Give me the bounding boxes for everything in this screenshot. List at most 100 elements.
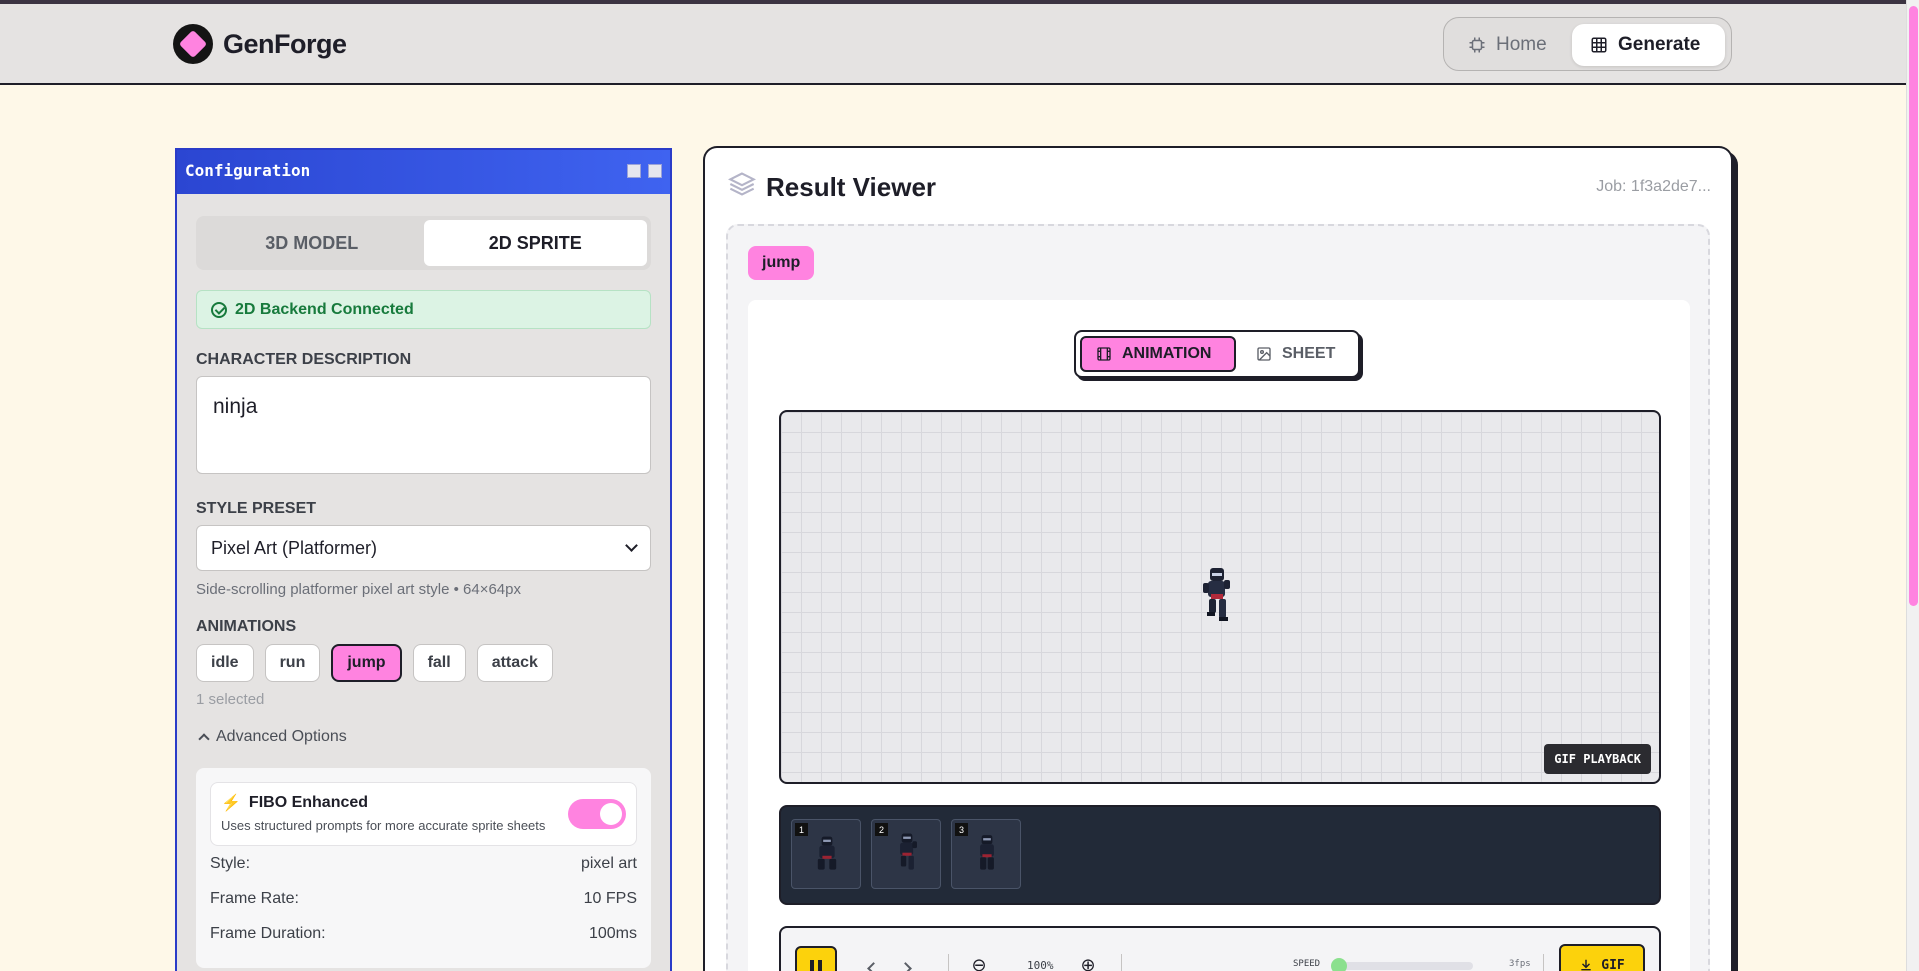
gif-playback-badge: GIF PLAYBACK	[1544, 744, 1651, 774]
style-preset-select[interactable]: Pixel Art (Platformer)	[196, 525, 651, 571]
animation-chip-jump[interactable]: jump	[331, 644, 402, 682]
job-id: Job: 1f3a2de7...	[1596, 178, 1711, 195]
backend-status-text: 2D Backend Connected	[235, 300, 414, 318]
detail-row-style: Style: pixel art	[210, 846, 637, 881]
zoom-level: 100%	[1027, 959, 1054, 971]
animation-chip-idle[interactable]: idle	[196, 644, 254, 682]
frame-number: 2	[875, 823, 888, 836]
image-icon	[1257, 347, 1271, 361]
nav-generate-button[interactable]: Generate	[1572, 24, 1725, 66]
ninja-frame-icon	[900, 833, 917, 870]
tab-animation[interactable]: ANIMATION	[1080, 336, 1236, 372]
frame-thumbnail[interactable]: 2	[871, 819, 941, 889]
export-gif-label: GIF	[1601, 957, 1625, 971]
chevron-right-icon[interactable]	[899, 962, 912, 971]
frame-number: 1	[795, 823, 808, 836]
mode-tabs: 3D MODEL 2D SPRITE	[196, 216, 651, 270]
check-circle-icon	[211, 301, 227, 318]
tab-2d-sprite[interactable]: 2D SPRITE	[423, 220, 647, 266]
character-description-label: CHARACTER DESCRIPTION	[196, 351, 412, 368]
ninja-frame-icon	[817, 836, 837, 870]
detail-key: Style:	[210, 854, 251, 872]
chevron-left-icon[interactable]	[867, 962, 880, 971]
tab-3d-model[interactable]: 3D MODEL	[200, 220, 424, 266]
logo[interactable]: GenForge	[173, 24, 347, 64]
result-viewer-panel: Result Viewer Job: 1f3a2de7... jump ANIM…	[703, 146, 1733, 971]
nav-generate-label: Generate	[1618, 34, 1701, 55]
detail-value: pixel art	[580, 854, 637, 872]
selected-count: 1 selected	[196, 691, 265, 708]
app-header: GenForge Home Generate	[0, 4, 1906, 85]
zoom-in-icon[interactable]: ⊕	[1078, 956, 1098, 971]
lightning-icon: ⚡	[221, 795, 241, 812]
nav-home-label: Home	[1496, 34, 1547, 55]
animation-chip-attack[interactable]: attack	[476, 644, 553, 682]
pause-button[interactable]	[795, 946, 837, 971]
style-preset-hint: Side-scrolling platformer pixel art styl…	[196, 581, 521, 598]
animation-chip-fall[interactable]: fall	[412, 644, 466, 682]
ninja-frame-icon	[980, 835, 994, 870]
animations-label: ANIMATIONS	[196, 618, 297, 635]
configuration-panel: Configuration 3D MODEL 2D SPRITE 2D Back…	[175, 148, 672, 971]
minimize-icon[interactable]	[627, 164, 641, 178]
frame-thumbnail[interactable]: 3	[951, 819, 1021, 889]
frame-thumbnail[interactable]: 1	[791, 819, 861, 889]
result-area: jump ANIMATION SHEET GIF PLAYBACK 1 2 3 …	[726, 224, 1710, 971]
advanced-options-label: Advanced Options	[216, 728, 347, 745]
film-icon	[1097, 347, 1111, 361]
style-preset-label: STYLE PRESET	[196, 500, 317, 517]
ninja-sprite	[1203, 568, 1230, 621]
tab-animation-label: ANIMATION	[1122, 345, 1212, 362]
main-nav: Home Generate	[1443, 17, 1732, 71]
speed-label: SPEED	[1293, 959, 1321, 969]
speed-value: 3fps	[1509, 959, 1531, 969]
chip-icon	[1469, 37, 1485, 53]
logo-diamond-icon	[173, 24, 213, 64]
divider	[1543, 954, 1544, 971]
detail-row-frame-duration: Frame Duration: 100ms	[210, 916, 637, 951]
zoom-out-icon[interactable]: ⊖	[969, 956, 989, 971]
divider	[1121, 954, 1122, 971]
fibo-title: FIBO Enhanced	[248, 794, 369, 811]
animation-tag[interactable]: jump	[748, 246, 815, 280]
detail-key: Frame Rate:	[210, 889, 299, 907]
style-preset-value: Pixel Art (Platformer)	[211, 537, 378, 558]
tab-sheet-label: SHEET	[1282, 345, 1336, 362]
layers-icon	[728, 172, 756, 196]
animation-viewer: ANIMATION SHEET GIF PLAYBACK 1 2 3 ⊖ 100…	[748, 300, 1690, 971]
playback-controls: ⊖ 100% ⊕ SPEED 3fps GIF	[779, 926, 1661, 971]
detail-key: Frame Duration:	[210, 924, 326, 942]
frame-strip: 1 2 3	[779, 805, 1661, 905]
detail-row-frame-rate: Frame Rate: 10 FPS	[210, 881, 637, 916]
chevron-up-icon	[198, 733, 210, 745]
animation-stage: GIF PLAYBACK	[779, 410, 1661, 784]
fibo-card: ⚡ FIBO Enhanced Uses structured prompts …	[210, 782, 637, 846]
grid-icon	[1591, 37, 1607, 53]
divider	[948, 954, 949, 971]
result-viewer-title: Result Viewer	[766, 172, 937, 202]
animation-chips: idle run jump fall attack	[196, 644, 651, 682]
maximize-icon[interactable]	[648, 164, 662, 178]
tab-sheet[interactable]: SHEET	[1242, 336, 1349, 372]
scrollbar-thumb[interactable]	[1909, 6, 1918, 606]
page-scrollbar[interactable]	[1906, 0, 1919, 971]
chevron-down-icon	[625, 539, 638, 552]
app-name: GenForge	[223, 28, 347, 59]
advanced-options-panel: ⚡ FIBO Enhanced Uses structured prompts …	[196, 768, 651, 968]
nav-home-button[interactable]: Home	[1450, 24, 1566, 66]
export-gif-button[interactable]: GIF	[1559, 944, 1645, 971]
speed-slider-handle[interactable]	[1331, 958, 1347, 971]
backend-status: 2D Backend Connected	[196, 290, 651, 329]
detail-value: 10 FPS	[583, 889, 637, 907]
advanced-options-toggle[interactable]: Advanced Options	[196, 728, 651, 746]
speed-slider[interactable]	[1339, 962, 1473, 970]
animation-chip-run[interactable]: run	[264, 644, 321, 682]
fibo-subtitle: Uses structured prompts for more accurat…	[221, 818, 546, 833]
frame-number: 3	[955, 823, 968, 836]
detail-value: 100ms	[588, 924, 637, 942]
configuration-title: Configuration	[185, 161, 311, 180]
configuration-titlebar: Configuration	[177, 150, 670, 194]
fibo-toggle[interactable]	[568, 799, 626, 829]
view-tabs: ANIMATION SHEET	[1074, 330, 1360, 378]
character-description-input[interactable]: ninja	[196, 376, 651, 474]
